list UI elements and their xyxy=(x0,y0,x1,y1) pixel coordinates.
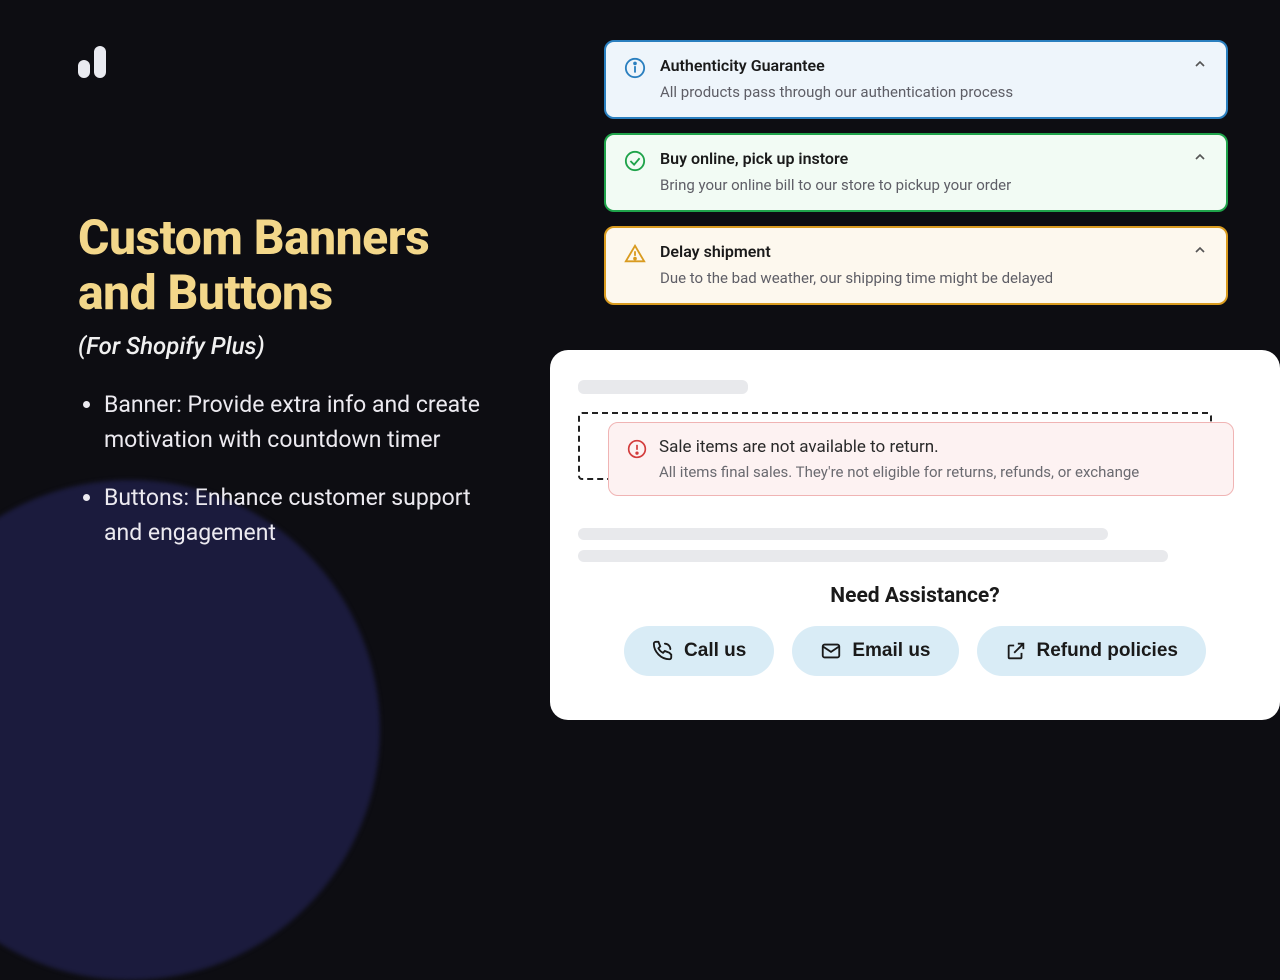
refund-policies-button[interactable]: Refund policies xyxy=(977,626,1206,676)
banner-desc: Due to the bad weather, our shipping tim… xyxy=(660,269,1208,287)
bullet-item: Banner: Provide extra info and create mo… xyxy=(104,388,498,457)
marketing-copy: Custom Banners and Buttons (For Shopify … xyxy=(78,210,498,574)
mail-icon xyxy=(820,640,842,662)
error-desc: All items final sales. They're not eligi… xyxy=(659,463,1139,481)
banner-title: Buy online, pick up instore xyxy=(660,149,1208,168)
chevron-up-icon[interactable] xyxy=(1192,242,1208,258)
banner-desc: Bring your online bill to our store to p… xyxy=(660,176,1208,194)
page-title: Custom Banners and Buttons xyxy=(78,210,498,320)
chevron-up-icon[interactable] xyxy=(1192,56,1208,72)
button-label: Call us xyxy=(684,640,746,662)
banner-success[interactable]: Buy online, pick up instore Bring your o… xyxy=(604,133,1228,212)
logo xyxy=(78,46,106,78)
banner-error[interactable]: Sale items are not available to return. … xyxy=(608,422,1234,496)
banner-title: Authenticity Guarantee xyxy=(660,56,1208,75)
checkout-panel: Sale items are not available to return. … xyxy=(550,350,1280,720)
banner-stack: Authenticity Guarantee All products pass… xyxy=(604,40,1228,305)
warning-icon xyxy=(624,243,646,265)
assist-button-row: Call us Email us Refund policies xyxy=(578,626,1252,676)
check-circle-icon xyxy=(624,150,646,172)
placeholder-line xyxy=(578,550,1168,562)
button-label: Refund policies xyxy=(1037,640,1178,662)
chevron-up-icon[interactable] xyxy=(1192,149,1208,165)
dashed-dropzone: Sale items are not available to return. … xyxy=(578,412,1212,480)
assist-heading: Need Assistance? xyxy=(578,584,1252,608)
info-icon xyxy=(624,57,646,79)
banner-info[interactable]: Authenticity Guarantee All products pass… xyxy=(604,40,1228,119)
error-title: Sale items are not available to return. xyxy=(659,437,1139,457)
button-label: Email us xyxy=(852,640,930,662)
email-us-button[interactable]: Email us xyxy=(792,626,958,676)
external-link-icon xyxy=(1005,640,1027,662)
banner-title: Delay shipment xyxy=(660,242,1208,261)
error-icon xyxy=(627,439,647,459)
bullet-item: Buttons: Enhance customer support and en… xyxy=(104,481,498,550)
banner-warning[interactable]: Delay shipment Due to the bad weather, o… xyxy=(604,226,1228,305)
placeholder-line xyxy=(578,528,1108,540)
call-us-button[interactable]: Call us xyxy=(624,626,774,676)
banner-desc: All products pass through our authentica… xyxy=(660,83,1208,101)
subtitle: (For Shopify Plus) xyxy=(78,332,498,360)
phone-icon xyxy=(652,640,674,662)
placeholder-line xyxy=(578,380,748,394)
